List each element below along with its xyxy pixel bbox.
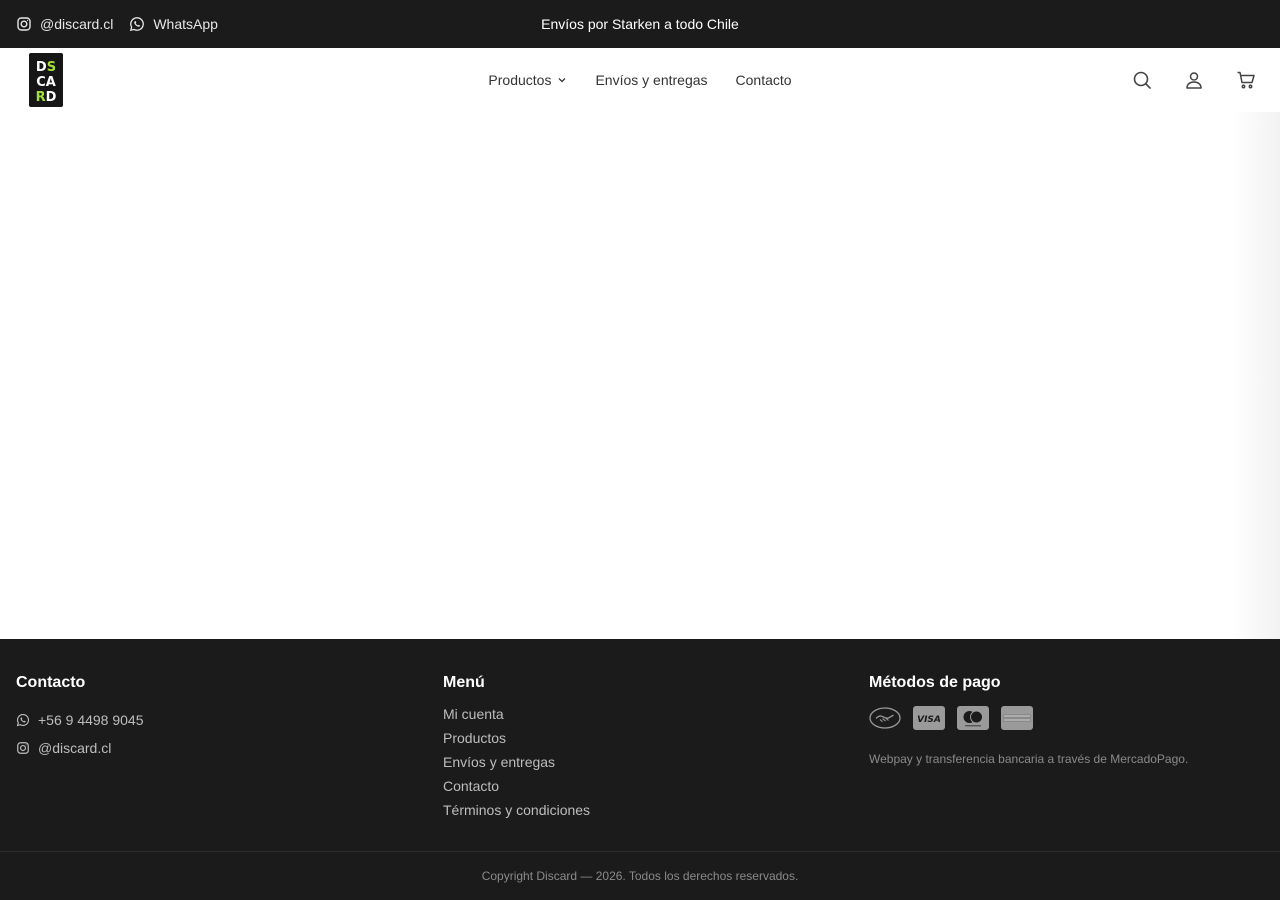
copyright: Copyright Discard — 2026. Todos los dere… [481,869,799,883]
footer-phone: +56 9 4498 9045 [38,712,144,728]
payment-note: Webpay y transferencia bancaria a través… [869,752,1189,766]
footer-link-productos[interactable]: Productos [443,730,590,754]
footer-divider [0,851,1280,852]
svg-text:VISA: VISA [917,715,941,725]
whatsapp-label: WhatsApp [153,16,218,32]
payment-methods: VISA [869,706,1188,730]
main-nav: Productos Envíos y entregas Contacto [0,48,1280,112]
search-icon[interactable] [1132,70,1152,90]
visa-icon: VISA [913,706,945,730]
nav-item-contacto[interactable]: Contacto [736,72,792,88]
account-icon[interactable] [1184,70,1204,90]
instagram-link[interactable]: @discard.cl [16,16,113,32]
footer-instagram: @discard.cl [38,740,112,756]
chevron-down-icon [557,75,567,85]
instagram-icon [16,16,32,32]
nav-item-label: Contacto [735,72,792,88]
footer-contact: Contacto +56 9 4498 9045 @discard.cl [16,674,144,762]
announcement-bar: @discard.cl WhatsApp Envíos por Starken … [0,0,1280,48]
nav-item-envios[interactable]: Envíos y entregas [595,72,707,88]
footer-link-contacto[interactable]: Contacto [443,778,590,802]
cart-icon[interactable] [1236,70,1256,90]
footer-payment-title: Métodos de pago [869,674,1001,691]
social-links: @discard.cl WhatsApp [16,0,218,48]
instagram-label: @discard.cl [40,16,114,32]
site-header: DS CA RD Productos Envíos y entregas Con… [0,48,1280,112]
footer-link-mi-cuenta[interactable]: Mi cuenta [443,706,590,730]
whatsapp-icon [129,16,145,32]
footer-link-envios[interactable]: Envíos y entregas [443,754,590,778]
footer-contact-title: Contacto [16,674,86,691]
footer-menu-title: Menú [443,674,485,691]
footer-instagram-link[interactable]: @discard.cl [16,734,144,762]
footer-link-terminos[interactable]: Términos y condiciones [443,802,590,826]
site-footer: Contacto +56 9 4498 9045 @discard.cl Men… [0,639,1280,900]
instagram-icon [16,741,30,755]
whatsapp-icon [16,713,30,727]
footer-menu-list: Mi cuenta Productos Envíos y entregas Co… [443,706,590,826]
amex-icon [1001,706,1033,730]
footer-phone-link[interactable]: +56 9 4498 9045 [16,706,144,734]
nav-item-label: Envíos y entregas [595,72,708,88]
whatsapp-link[interactable]: WhatsApp [129,16,218,32]
mastercard-icon [957,706,989,730]
main-content [0,112,1280,639]
footer-payment: Métodos de pago VISA Webpay y transferen… [869,674,1188,766]
nav-item-label: Productos [488,72,552,88]
footer-menu: Menú Mi cuenta Productos Envíos y entreg… [443,674,590,826]
header-actions [1132,48,1256,112]
mercadopago-icon [869,706,901,730]
nav-item-productos[interactable]: Productos [488,72,567,88]
